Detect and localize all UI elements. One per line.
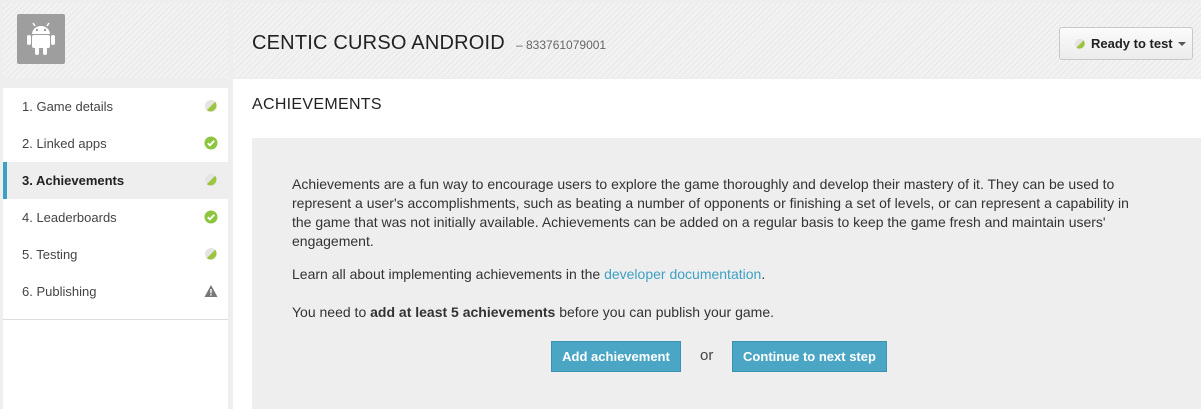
or-separator: or <box>700 347 714 364</box>
partial-status-icon <box>205 248 217 260</box>
app-header: CENTIC CURSO ANDROID – 833761079001 Read… <box>233 3 1201 77</box>
sidebar-item-label: 4. Leaderboards <box>22 210 117 225</box>
status-label: Ready to test <box>1091 36 1173 51</box>
check-circle-icon <box>204 210 218 224</box>
add-achievement-button[interactable]: Add achievement <box>551 341 681 372</box>
app-id: – 833761079001 <box>516 38 607 52</box>
developer-documentation-link[interactable]: developer documentation <box>604 266 761 282</box>
sidebar-item-label: 1. Game details <box>22 99 114 114</box>
warning-icon <box>204 285 218 297</box>
sidebar-item-label: 3. Achievements <box>22 173 125 188</box>
requirement-text: You need to add at least 5 achievements … <box>292 303 1152 322</box>
sidebar-footer <box>3 320 228 409</box>
page-title: ACHIEVEMENTS <box>252 96 382 113</box>
sidebar-item-game-details[interactable]: 1. Game details <box>3 88 228 125</box>
sidebar-item-testing[interactable]: 5. Testing <box>3 236 228 273</box>
req-suffix: before you can publish your game. <box>555 304 775 320</box>
sidebar-item-linked-apps[interactable]: 2. Linked apps <box>3 125 228 162</box>
learn-suffix: . <box>761 266 766 282</box>
app-title: CENTIC CURSO ANDROID <box>252 32 505 54</box>
partial-status-icon <box>205 174 217 186</box>
learn-prefix: Learn all about implementing achievement… <box>292 266 605 282</box>
continue-button[interactable]: Continue to next step <box>732 341 887 372</box>
sidebar-item-label: 5. Testing <box>22 247 78 262</box>
achievements-info-panel: Achievements are a fun way to encourage … <box>252 138 1201 409</box>
learn-more-text: Learn all about implementing achievement… <box>292 265 1152 284</box>
main-content: ACHIEVEMENTS Achievements are a fun way … <box>233 79 1201 409</box>
sidebar-item-label: 2. Linked apps <box>22 136 107 151</box>
android-icon <box>17 14 65 64</box>
check-circle-icon <box>204 136 218 150</box>
req-prefix: You need to <box>292 304 371 320</box>
sidebar-item-label: 6. Publishing <box>22 284 97 299</box>
sidebar-nav: 1. Game details 2. Linked apps 3. Achiev… <box>3 88 228 320</box>
partial-status-icon <box>1074 38 1086 49</box>
app-icon-area <box>3 3 228 78</box>
req-bold: add at least 5 achievements <box>370 304 556 320</box>
chevron-down-icon <box>1177 41 1186 46</box>
sidebar-item-leaderboards[interactable]: 4. Leaderboards <box>3 199 228 236</box>
ready-to-test-button[interactable]: Ready to test <box>1059 27 1193 60</box>
partial-status-icon <box>205 100 217 112</box>
sidebar-item-achievements[interactable]: 3. Achievements <box>3 162 228 199</box>
sidebar-item-publishing[interactable]: 6. Publishing <box>3 273 228 310</box>
intro-text: Achievements are a fun way to encourage … <box>292 176 1129 249</box>
